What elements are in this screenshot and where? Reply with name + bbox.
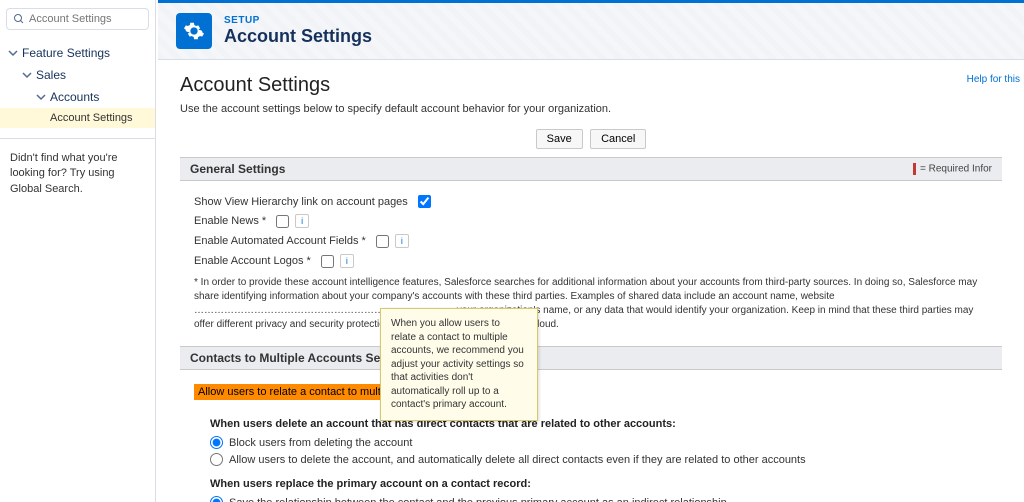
radio-delete-allow-input[interactable]	[210, 453, 223, 466]
page-header: SETUP Account Settings	[158, 0, 1024, 60]
content-area: Account Settings Help for this Use the a…	[158, 60, 1024, 502]
tree-label: Accounts	[50, 90, 99, 104]
tree-account-settings[interactable]: Account Settings	[0, 108, 155, 128]
label-enable-auto-fields: Enable Automated Account Fields *	[194, 235, 366, 247]
tree-label: Account Settings	[50, 112, 133, 124]
top-button-row: Save Cancel	[180, 129, 1002, 149]
info-icon[interactable]: i	[340, 254, 354, 268]
radio-delete-block-input[interactable]	[210, 436, 223, 449]
tree-sales[interactable]: Sales	[0, 64, 155, 86]
section-general-title: General Settings	[190, 162, 285, 176]
sidebar-tree: Feature Settings Sales Accounts Account …	[0, 38, 155, 132]
checkbox-enable-news[interactable]	[276, 215, 289, 228]
replace-heading: When users replace the primary account o…	[210, 478, 988, 490]
search-icon	[13, 13, 25, 25]
row-enable-news: Enable News * i	[194, 214, 988, 228]
header-title: Account Settings	[224, 26, 372, 47]
delete-heading: When users delete an account that has di…	[210, 418, 988, 430]
radio-replace-save-label: Save the relationship between the contac…	[229, 497, 727, 502]
header-eyebrow: SETUP	[224, 15, 372, 26]
required-hint: = Required Infor	[913, 163, 992, 175]
page-intro: Use the account settings below to specif…	[180, 103, 1002, 115]
checkbox-enable-auto-fields[interactable]	[376, 235, 389, 248]
tree-accounts[interactable]: Accounts	[0, 86, 155, 108]
cancel-button-top[interactable]: Cancel	[590, 129, 646, 149]
section-contacts-header: Contacts to Multiple Accounts Settings	[180, 346, 1002, 370]
chevron-down-icon	[8, 48, 18, 58]
tree-feature-settings[interactable]: Feature Settings	[0, 42, 155, 64]
radio-replace-save-input[interactable]	[210, 496, 223, 502]
section-contacts-body: Allow users to relate a contact to multi…	[180, 370, 1002, 502]
section-general-header: General Settings = Required Infor	[180, 157, 1002, 181]
label-enable-news: Enable News *	[194, 215, 266, 227]
general-disclaimer: * In order to provide these account inte…	[194, 276, 988, 332]
tooltip-allow-multi: When you allow users to relate a contact…	[380, 308, 538, 421]
section-general-body: Show View Hierarchy link on account page…	[180, 181, 1002, 340]
header-text: SETUP Account Settings	[224, 15, 372, 47]
info-icon[interactable]: i	[395, 234, 409, 248]
sidebar-help-text: Didn't find what you're looking for? Try…	[0, 138, 155, 209]
required-bar-icon	[913, 163, 916, 175]
sidebar-search-input[interactable]	[29, 13, 142, 25]
chevron-down-icon	[36, 92, 46, 102]
radio-delete-allow-label: Allow users to delete the account, and a…	[229, 454, 806, 466]
setup-sidebar: Feature Settings Sales Accounts Account …	[0, 0, 156, 502]
sidebar-search-box[interactable]	[6, 8, 149, 30]
help-link[interactable]: Help for this	[967, 74, 1020, 85]
page-title: Account Settings	[180, 74, 1002, 97]
chevron-down-icon	[22, 70, 32, 80]
label-enable-logos: Enable Account Logos *	[194, 255, 311, 267]
tree-label: Sales	[36, 68, 66, 82]
radio-replace-save[interactable]: Save the relationship between the contac…	[210, 496, 988, 502]
save-button-top[interactable]: Save	[536, 129, 583, 149]
label-view-hierarchy: Show View Hierarchy link on account page…	[194, 196, 408, 208]
sidebar-search-wrap	[0, 0, 155, 38]
radio-delete-block[interactable]: Block users from deleting the account	[210, 436, 988, 449]
gear-icon	[176, 13, 212, 49]
radio-delete-allow[interactable]: Allow users to delete the account, and a…	[210, 453, 988, 466]
checkbox-view-hierarchy[interactable]	[418, 195, 431, 208]
row-view-hierarchy: Show View Hierarchy link on account page…	[194, 195, 988, 208]
radio-delete-block-label: Block users from deleting the account	[229, 437, 412, 449]
tree-label: Feature Settings	[22, 46, 110, 60]
checkbox-enable-logos[interactable]	[321, 255, 334, 268]
row-enable-auto-fields: Enable Automated Account Fields * i	[194, 234, 988, 248]
main-area: SETUP Account Settings Account Settings …	[158, 0, 1024, 502]
row-enable-logos: Enable Account Logos * i	[194, 254, 988, 268]
info-icon[interactable]: i	[295, 214, 309, 228]
